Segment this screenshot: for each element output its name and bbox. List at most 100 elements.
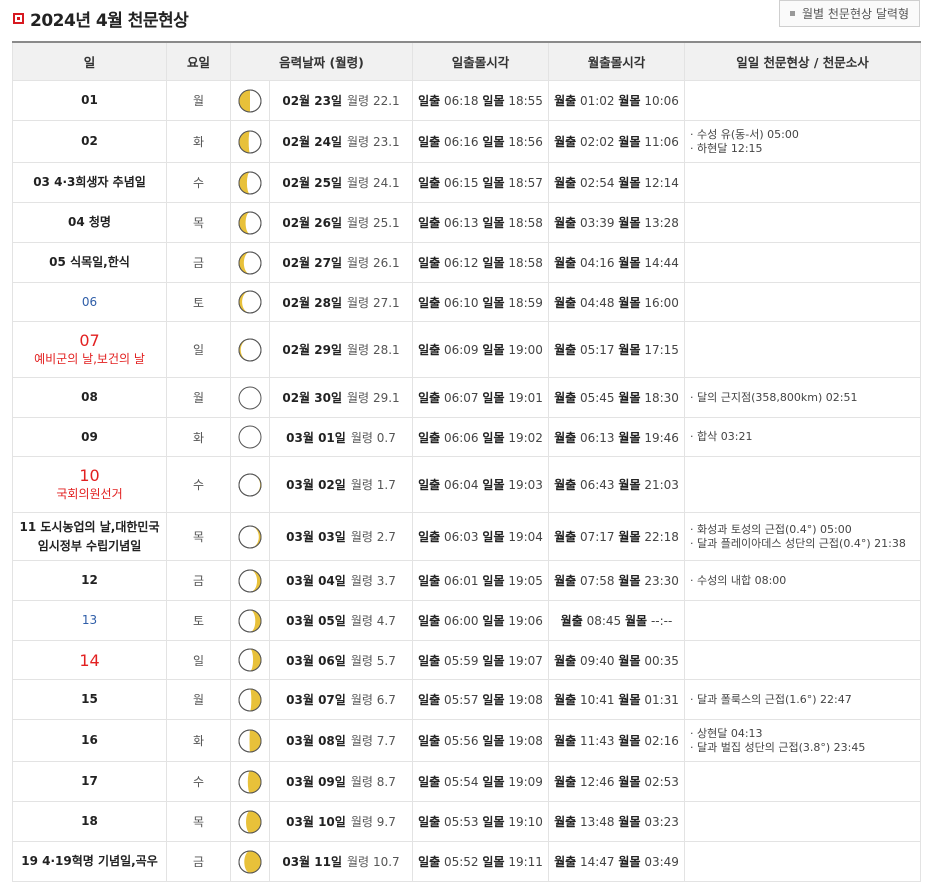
holiday-name: 예비군의 날,보건의 날 xyxy=(34,351,145,366)
moon-times-cell: 월출 14:47 월몰 03:49 xyxy=(548,841,685,882)
moon-times-cell: 월출 06:13 월몰 19:46 xyxy=(548,417,685,457)
event-item: · 수성 유(동-서) 05:00 xyxy=(690,128,920,142)
day-number: 13 xyxy=(81,613,98,627)
moon-phase-cell xyxy=(230,801,270,842)
event-text: 달의 근지점(358,800km) 02:51 xyxy=(697,390,858,404)
event-text: 수성 유(동-서) 05:00 xyxy=(697,127,799,141)
bullet-icon: · xyxy=(690,522,697,536)
moon-age-label: 월령 xyxy=(350,653,373,668)
events-cell xyxy=(684,841,921,882)
moon-phase-icon xyxy=(238,609,262,632)
table-row: 14 일 03월 06일 월령 5.7 일출 05:59 일몰 19:07 월출 09:4… xyxy=(12,640,921,680)
calendar-view-button[interactable]: 월별 천문현상 달력형 xyxy=(779,0,920,27)
lunar-date-cell: 03월 01일 월령 0.7 xyxy=(269,417,413,457)
moon-age: 월령 26.1 xyxy=(347,256,400,270)
events-cell xyxy=(684,321,921,378)
table-row: 01 월 02월 23일 월령 22.1 일출 06:18 일몰 18:55 월출 01:… xyxy=(12,80,921,121)
moon-phase-cell xyxy=(230,80,270,121)
moonset-label: 월몰 xyxy=(618,135,641,149)
sunrise-label: 일출 xyxy=(418,614,441,628)
weekday-cell: 금 xyxy=(166,841,231,882)
lunar-date: 02월 26일 xyxy=(282,216,343,230)
event-item: · 달의 근지점(358,800km) 02:51 xyxy=(690,391,920,405)
sunrise-label: 일출 xyxy=(418,693,441,707)
day-cell: 09 xyxy=(12,417,167,457)
moonset-time: --:-- xyxy=(650,614,673,628)
moon-age-value: 24.1 xyxy=(372,176,400,190)
lunar-date: 03월 10일 xyxy=(286,815,346,829)
sunset-label: 일몰 xyxy=(482,256,505,270)
moonrise-time: 03:39 xyxy=(579,216,615,230)
moon-phase-icon xyxy=(238,130,262,153)
moon-times-cell: 월출 01:02 월몰 10:06 xyxy=(548,80,685,121)
moon-phase-cell xyxy=(230,377,270,418)
day-number: 06 xyxy=(81,294,98,309)
moon-age-label: 월령 xyxy=(350,775,373,789)
sunrise-time: 06:18 xyxy=(443,94,479,108)
moon-age-value: 26.1 xyxy=(372,256,400,270)
sunset-label: 일몰 xyxy=(482,653,505,668)
day-number: 12 xyxy=(81,573,98,587)
sun-times-cell: 일출 06:13 일몰 18:58 xyxy=(412,202,549,243)
moon-phase-icon xyxy=(238,850,262,873)
sunrise-label: 일출 xyxy=(418,135,441,149)
moon-times-cell: 월출 11:43 월몰 02:16 xyxy=(548,719,685,762)
sunrise-label: 일출 xyxy=(418,530,441,544)
event-item: · 수성의 내합 08:00 xyxy=(690,574,920,588)
events-cell: · 화성과 토성의 근접(0.4°) 05:00 · 달과 플레이아데스 성단의 … xyxy=(684,512,921,561)
event-text: 합삭 03:21 xyxy=(697,430,753,443)
moon-age: 월령 3.7 xyxy=(351,574,396,588)
events-cell xyxy=(684,202,921,243)
moon-age-label: 월령 xyxy=(350,734,373,748)
day-number: 17 xyxy=(81,774,98,788)
moon-phase-icon xyxy=(238,648,262,672)
sunset-time: 18:59 xyxy=(508,295,543,310)
col-header-weekday: 요일 xyxy=(166,41,231,81)
page-header: 2024년 4월 천문현상 월별 천문현상 달력형 xyxy=(0,0,932,40)
moonrise-label: 월출 xyxy=(554,478,577,492)
sun-times-cell: 일출 05:53 일몰 19:10 xyxy=(412,801,549,842)
day-number: 07 xyxy=(79,330,100,350)
moon-phase-cell xyxy=(230,761,270,802)
moonset-time: 14:44 xyxy=(644,256,679,270)
moon-phase-cell xyxy=(230,679,270,720)
moon-phase-icon xyxy=(238,688,262,711)
moonrise-time: 05:17 xyxy=(579,343,615,357)
moon-age: 월령 8.7 xyxy=(351,775,396,789)
sunrise-label: 일출 xyxy=(418,343,441,357)
weekday-cell: 화 xyxy=(166,719,231,762)
moon-age-value: 8.7 xyxy=(376,775,396,789)
moon-age-label: 월령 xyxy=(350,530,373,544)
day-cell: 12 xyxy=(12,560,167,601)
moon-phase-cell xyxy=(230,242,270,283)
moonset-label: 월몰 xyxy=(618,176,641,190)
day-number: 03 xyxy=(33,175,50,189)
moon-age-value: 27.1 xyxy=(372,295,400,310)
lunar-date-cell: 03월 02일 월령 1.7 xyxy=(269,456,413,513)
moonrise-label: 월출 xyxy=(554,775,577,789)
sunset-time: 19:04 xyxy=(508,530,543,544)
moonset-label: 월몰 xyxy=(618,256,641,270)
moonset-time: 00:35 xyxy=(644,653,679,668)
sun-times-cell: 일출 05:59 일몰 19:07 xyxy=(412,640,549,680)
moon-age-label: 월령 xyxy=(347,855,370,869)
weekday-cell: 수 xyxy=(166,456,231,513)
moon-age-value: 29.1 xyxy=(372,391,400,405)
weekday-cell: 월 xyxy=(166,80,231,121)
moonrise-time: 04:48 xyxy=(579,295,615,310)
lunar-date-cell: 03월 11일 월령 10.7 xyxy=(269,841,413,882)
weekday-cell: 금 xyxy=(166,242,231,283)
moonrise-time: 08:45 xyxy=(586,614,622,628)
day-number: 18 xyxy=(81,814,98,828)
moonset-label: 월몰 xyxy=(618,653,641,668)
square-bullet-icon xyxy=(790,11,795,16)
moonrise-label: 월출 xyxy=(554,815,577,829)
day-number: 11 xyxy=(19,519,37,534)
table-row: 03 4·3희생자 추념일 수 02월 25일 월령 24.1 일출 06:15 일몰 … xyxy=(12,162,921,203)
moon-age: 월령 1.7 xyxy=(351,478,396,492)
moon-phase-cell xyxy=(230,417,270,457)
table-row: 16 화 03월 08일 월령 7.7 일출 05:56 일몰 19:08 월출 11:4… xyxy=(12,719,921,762)
events-cell: · 합삭 03:21 xyxy=(684,417,921,457)
moon-phase-cell xyxy=(230,120,270,163)
moonset-label: 월몰 xyxy=(618,775,641,789)
